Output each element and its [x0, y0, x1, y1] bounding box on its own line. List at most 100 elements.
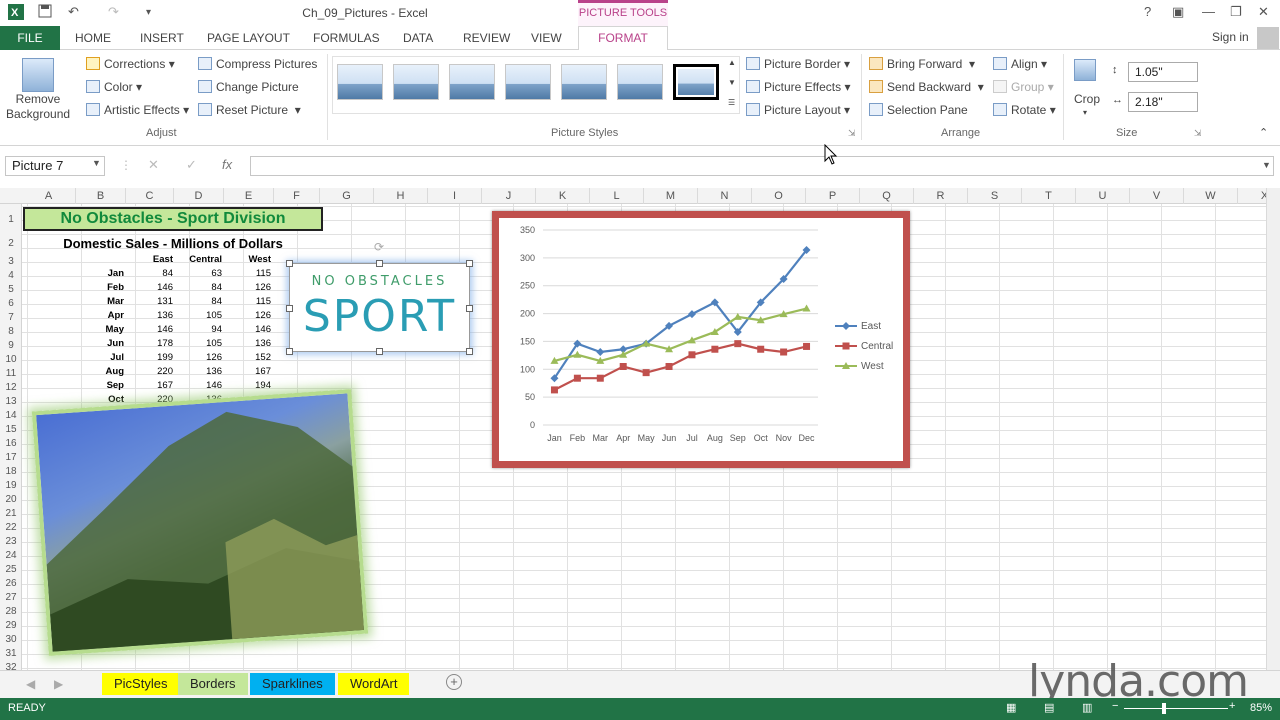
format-picture-launcher-icon[interactable]: ⇲	[848, 128, 856, 139]
row-header-25[interactable]: 25	[0, 564, 22, 575]
picture-style-thumb-6[interactable]	[617, 64, 663, 100]
row-header-28[interactable]: 28	[0, 606, 22, 617]
west-cell[interactable]: 115	[231, 296, 271, 307]
logo-picture[interactable]: NO OBSTACLES SPORT	[286, 260, 473, 355]
tab-format[interactable]: FORMAT	[578, 26, 668, 51]
selection-pane-button[interactable]: Selection Pane	[869, 103, 968, 117]
tab-insert[interactable]: INSERT	[140, 26, 184, 50]
month-cell[interactable]: Feb	[84, 282, 124, 293]
west-cell[interactable]: 167	[231, 366, 271, 377]
name-box[interactable]: Picture 7	[5, 156, 105, 176]
east-cell[interactable]: 131	[133, 296, 173, 307]
header-east[interactable]: East	[133, 254, 173, 265]
send-backward-button[interactable]: Send Backward ▾	[869, 80, 984, 94]
prev-sheet-icon[interactable]: ◀	[26, 677, 35, 691]
central-cell[interactable]: 146	[182, 380, 222, 391]
row-header-13[interactable]: 13	[0, 396, 22, 407]
picture-style-thumb-7[interactable]	[673, 64, 719, 100]
sign-in-link[interactable]: Sign in	[1212, 30, 1249, 44]
picture-style-thumb-3[interactable]	[449, 64, 495, 100]
tab-page-layout[interactable]: PAGE LAYOUT	[207, 26, 290, 50]
close-icon[interactable]: ✕	[1258, 4, 1269, 20]
column-header-t[interactable]: T	[1022, 188, 1076, 204]
row-header-15[interactable]: 15	[0, 424, 22, 435]
central-cell[interactable]: 84	[182, 296, 222, 307]
column-header-w[interactable]: W	[1184, 188, 1238, 204]
normal-view-icon[interactable]: ▦	[1006, 701, 1016, 714]
month-cell[interactable]: Oct	[84, 394, 124, 405]
central-cell[interactable]: 105	[182, 310, 222, 321]
crop-icon[interactable]	[1074, 59, 1096, 81]
row-header-29[interactable]: 29	[0, 620, 22, 631]
resize-handle[interactable]	[286, 260, 293, 267]
row-header-2[interactable]: 2	[0, 238, 22, 249]
resize-handle[interactable]	[466, 348, 473, 355]
row-header-17[interactable]: 17	[0, 452, 22, 463]
row-header-21[interactable]: 21	[0, 508, 22, 519]
resize-handle[interactable]	[286, 348, 293, 355]
month-cell[interactable]: Jan	[84, 268, 124, 279]
collapse-ribbon-icon[interactable]: ⌃	[1259, 126, 1268, 139]
column-header-g[interactable]: G	[320, 188, 374, 204]
east-cell[interactable]: 178	[133, 338, 173, 349]
next-sheet-icon[interactable]: ▶	[54, 677, 63, 691]
row-header-9[interactable]: 9	[0, 340, 22, 351]
tab-review[interactable]: REVIEW	[463, 26, 510, 50]
row-header-1[interactable]: 1	[0, 214, 22, 225]
sheet-tab-wordart[interactable]: WordArt	[338, 673, 410, 695]
crop-button[interactable]: Crop	[1074, 92, 1100, 106]
east-cell[interactable]: 220	[133, 366, 173, 377]
row-header-30[interactable]: 30	[0, 634, 22, 645]
central-cell[interactable]: 126	[182, 352, 222, 363]
column-header-r[interactable]: R	[914, 188, 968, 204]
row-header-31[interactable]: 31	[0, 648, 22, 659]
size-launcher-icon[interactable]: ⇲	[1194, 128, 1202, 139]
column-header-u[interactable]: U	[1076, 188, 1130, 204]
column-header-e[interactable]: E	[224, 188, 274, 204]
shape-height-input[interactable]: 1.05"	[1128, 62, 1198, 82]
picture-style-thumb-1[interactable]	[337, 64, 383, 100]
column-header-d[interactable]: D	[174, 188, 224, 204]
restore-icon[interactable]: ❐	[1230, 4, 1242, 20]
column-header-a[interactable]: A	[22, 188, 76, 204]
east-cell[interactable]: 167	[133, 380, 173, 391]
picture-style-thumb-4[interactable]	[505, 64, 551, 100]
row-header-19[interactable]: 19	[0, 480, 22, 491]
column-header-h[interactable]: H	[374, 188, 428, 204]
column-header-v[interactable]: V	[1130, 188, 1184, 204]
rotate-handle-icon[interactable]: ⟳	[374, 240, 384, 254]
corrections-button[interactable]: Corrections ▾	[86, 57, 175, 71]
column-header-i[interactable]: I	[428, 188, 482, 204]
west-cell[interactable]: 136	[231, 338, 271, 349]
row-header-6[interactable]: 6	[0, 298, 22, 309]
west-cell[interactable]: 146	[231, 324, 271, 335]
central-cell[interactable]: 105	[182, 338, 222, 349]
help-icon[interactable]: ?	[1144, 4, 1151, 19]
picture-border-button[interactable]: Picture Border ▾	[746, 57, 850, 71]
row-header-4[interactable]: 4	[0, 270, 22, 281]
column-header-k[interactable]: K	[536, 188, 590, 204]
column-header-q[interactable]: Q	[860, 188, 914, 204]
zoom-level[interactable]: 85%	[1250, 702, 1272, 714]
user-avatar[interactable]	[1257, 27, 1279, 49]
resize-handle[interactable]	[466, 260, 473, 267]
picture-layout-button[interactable]: Picture Layout ▾	[746, 103, 850, 117]
gallery-down-icon[interactable]: ▼	[728, 78, 736, 87]
tab-view[interactable]: VIEW	[531, 26, 562, 50]
header-central[interactable]: Central	[182, 254, 222, 265]
formula-input[interactable]	[250, 156, 1274, 176]
west-cell[interactable]: 152	[231, 352, 271, 363]
minimize-icon[interactable]: —	[1202, 4, 1215, 19]
artistic-effects-button[interactable]: Artistic Effects ▾	[86, 103, 189, 117]
zoom-slider-thumb[interactable]	[1162, 703, 1166, 714]
row-header-27[interactable]: 27	[0, 592, 22, 603]
row-header-3[interactable]: 3	[0, 256, 22, 267]
landscape-photo[interactable]	[31, 389, 369, 656]
color-button[interactable]: Color ▾	[86, 80, 142, 94]
row-header-11[interactable]: 11	[0, 368, 22, 379]
central-cell[interactable]: 136	[182, 366, 222, 377]
row-header-26[interactable]: 26	[0, 578, 22, 589]
shape-width-input[interactable]: 2.18"	[1128, 92, 1198, 112]
month-cell[interactable]: May	[84, 324, 124, 335]
tab-home[interactable]: HOME	[75, 26, 111, 50]
